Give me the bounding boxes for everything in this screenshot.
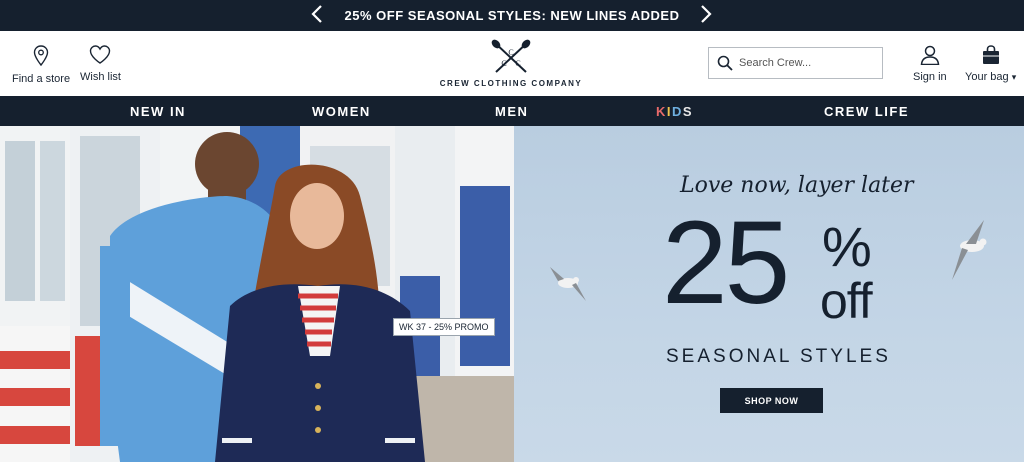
hero-percent: % <box>822 215 872 278</box>
svg-text:C: C <box>508 48 513 57</box>
kids-label: KIDS <box>656 104 694 119</box>
nav-item-kids[interactable]: KIDS <box>656 104 693 119</box>
wish-list-link[interactable]: Wish list <box>80 45 121 83</box>
hero-big-number: 25 <box>662 197 790 329</box>
wish-list-label: Wish list <box>80 71 121 83</box>
promo-bar: 25% OFF SEASONAL STYLES: NEW LINES ADDED <box>0 0 1024 31</box>
nav-item-new-in[interactable]: NEW IN <box>130 104 186 119</box>
main-nav: NEW IN WOMEN MEN KIDS CREW LIFE <box>0 96 1024 126</box>
find-store-label: Find a store <box>12 73 71 85</box>
your-bag-label: Your bag ▾ <box>965 71 1017 83</box>
hero-off: off <box>820 273 873 329</box>
seagull-left <box>550 267 586 301</box>
logo-text: CREW CLOTHING COMPANY <box>439 79 583 88</box>
seagull-right <box>952 220 987 280</box>
chevron-right-icon[interactable] <box>700 4 712 30</box>
hero-banner[interactable]: WK 37 - 25% PROMO Love now, layer later … <box>0 126 1024 462</box>
hero-subtitle: SEASONAL STYLES <box>666 346 891 367</box>
user-icon <box>920 45 940 65</box>
search-icon <box>717 55 733 71</box>
promo-text[interactable]: 25% OFF SEASONAL STYLES: NEW LINES ADDED <box>345 8 680 23</box>
hero-tagline: Love now, layer later <box>680 173 914 198</box>
bag-icon <box>982 45 999 64</box>
crew-logo[interactable]: C C C CREW CLOTHING COMPANY <box>436 39 586 88</box>
nav-item-women[interactable]: WOMEN <box>312 104 371 119</box>
heart-icon <box>90 45 111 64</box>
site-header: Find a store Wish list C C C CREW CLOTHI… <box>0 31 1024 96</box>
hero-photo[interactable]: WK 37 - 25% PROMO <box>0 126 514 462</box>
location-pin-icon <box>33 45 49 67</box>
find-store-link[interactable]: Find a store <box>12 45 70 85</box>
crossed-oars-logo-icon: C C C <box>491 39 531 73</box>
sign-in-link[interactable]: Sign in <box>913 45 947 83</box>
sign-in-label: Sign in <box>913 71 947 83</box>
photo-promo-tag: WK 37 - 25% PROMO <box>393 318 495 336</box>
shop-now-button[interactable]: SHOP NOW <box>720 388 823 413</box>
chevron-left-icon[interactable] <box>311 4 323 30</box>
search-input[interactable] <box>739 57 879 69</box>
page-bottom-strip <box>0 462 1024 474</box>
beach-huts-models-image <box>0 126 514 462</box>
search-box[interactable] <box>708 47 883 79</box>
nav-item-men[interactable]: MEN <box>495 104 528 119</box>
svg-text:C: C <box>501 59 506 68</box>
chevron-down-icon: ▾ <box>1011 72 1017 82</box>
svg-text:C: C <box>515 59 520 68</box>
nav-item-crew-life[interactable]: CREW LIFE <box>824 104 909 119</box>
your-bag-link[interactable]: Your bag ▾ <box>965 45 1016 83</box>
